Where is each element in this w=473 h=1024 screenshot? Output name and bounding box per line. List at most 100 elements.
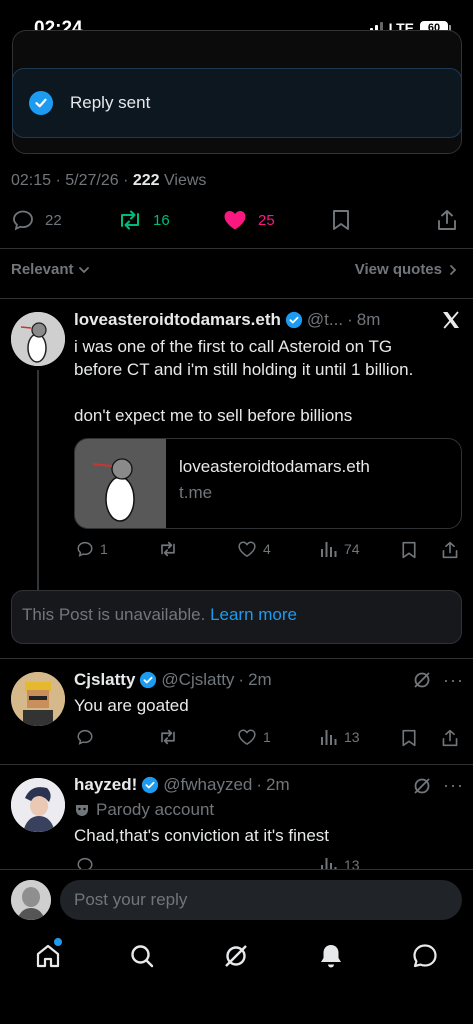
chevron-right-icon bbox=[450, 264, 457, 275]
views-count: 222 bbox=[132, 172, 160, 189]
bookmark-button[interactable] bbox=[400, 728, 418, 748]
view-quotes-label: View quotes bbox=[354, 261, 442, 278]
avatar[interactable] bbox=[11, 312, 65, 366]
views-count: 13 bbox=[344, 729, 360, 745]
like-count: 4 bbox=[263, 541, 271, 557]
toast-notification: Reply sent bbox=[12, 68, 462, 138]
unavailable-text: This Post is unavailable. bbox=[22, 605, 206, 624]
parody-label: Parody account bbox=[74, 800, 214, 820]
views-count: 74 bbox=[344, 541, 360, 557]
repost-icon bbox=[121, 210, 139, 230]
nav-home[interactable] bbox=[32, 938, 64, 972]
share-icon bbox=[438, 210, 456, 230]
reply-time: 2m bbox=[248, 670, 272, 689]
bookmark-button[interactable] bbox=[400, 540, 418, 560]
heart-icon bbox=[238, 541, 256, 557]
views-button[interactable]: 13 bbox=[320, 728, 360, 746]
check-icon bbox=[29, 91, 53, 115]
bookmark-icon bbox=[333, 210, 349, 230]
reply-text: You are goated bbox=[74, 696, 189, 715]
toast-text: Reply sent bbox=[70, 93, 151, 112]
reply-count: 1 bbox=[100, 541, 108, 557]
nav-messages[interactable] bbox=[409, 940, 441, 972]
post-meta: 02:15 · 5/27/26 · 222 Views bbox=[11, 172, 207, 189]
bookmark-button[interactable] bbox=[330, 208, 352, 232]
verified-badge-icon bbox=[140, 671, 157, 689]
like-button[interactable]: 1 bbox=[237, 728, 271, 746]
mask-icon bbox=[76, 805, 88, 816]
avatar[interactable] bbox=[11, 672, 65, 726]
link-thumbnail bbox=[75, 439, 166, 528]
author-name[interactable]: loveasteroidtodamars.eth bbox=[74, 310, 281, 330]
author-handle[interactable]: @Cjslatty bbox=[161, 670, 234, 690]
views-label: Views bbox=[164, 172, 207, 189]
view-quotes-link[interactable]: View quotes bbox=[355, 261, 458, 278]
repost-button[interactable]: 16 bbox=[117, 208, 170, 232]
nav-notifications[interactable] bbox=[315, 940, 347, 972]
analytics-icon bbox=[321, 542, 337, 557]
reply-icon bbox=[77, 541, 93, 557]
reply-text: Chad,that's conviction at it's finest bbox=[74, 826, 330, 845]
more-options-icon[interactable]: ··· bbox=[443, 775, 464, 796]
link-title: loveasteroidtodamars.eth bbox=[179, 457, 370, 476]
reply-author-line: loveasteroidtodamars.eth @t... · 8m bbox=[74, 310, 381, 330]
repost-button[interactable] bbox=[158, 728, 178, 746]
reply-time: 8m bbox=[356, 310, 381, 329]
user-avatar-icon bbox=[11, 880, 51, 920]
bell-icon bbox=[321, 945, 341, 968]
reply-icon bbox=[77, 729, 93, 745]
my-avatar[interactable] bbox=[11, 880, 51, 920]
repost-icon bbox=[161, 729, 175, 745]
learn-more-link[interactable]: Learn more bbox=[210, 605, 297, 624]
author-name[interactable]: hayzed! bbox=[74, 775, 137, 795]
reply-count: 22 bbox=[45, 211, 62, 229]
heart-icon bbox=[238, 729, 256, 745]
like-count: 1 bbox=[263, 729, 271, 745]
bookmark-icon bbox=[402, 729, 416, 747]
user-avatar-icon bbox=[11, 672, 65, 726]
repost-button[interactable] bbox=[158, 540, 178, 558]
reply-author-line: hayzed! @fwhayzed · 2m bbox=[74, 775, 290, 795]
like-button[interactable]: 25 bbox=[222, 208, 275, 232]
grok-icon[interactable] bbox=[412, 776, 432, 796]
search-icon bbox=[131, 945, 154, 968]
post-time: 02:15 bbox=[11, 172, 52, 189]
link-preview-card[interactable]: loveasteroidtodamars.eth t.me bbox=[74, 438, 462, 529]
nav-grok[interactable] bbox=[220, 940, 252, 972]
repost-icon bbox=[161, 541, 175, 557]
repost-count: 16 bbox=[153, 211, 170, 229]
reply-time: 2m bbox=[266, 775, 290, 794]
reply-button[interactable] bbox=[76, 728, 94, 746]
author-handle[interactable]: @fwhayzed bbox=[163, 775, 252, 795]
grok-icon bbox=[225, 945, 247, 967]
reply-composer-input[interactable]: Post your reply bbox=[60, 880, 462, 920]
share-icon bbox=[442, 729, 458, 747]
reply-text: i was one of the first to call Asteroid … bbox=[74, 337, 414, 425]
analytics-icon bbox=[321, 730, 337, 745]
penguin-avatar-icon bbox=[11, 312, 65, 366]
grok-icon[interactable] bbox=[412, 670, 432, 690]
user-avatar-icon bbox=[11, 778, 65, 832]
notification-dot bbox=[54, 938, 62, 946]
author-handle[interactable]: @t... bbox=[307, 310, 343, 330]
share-icon bbox=[442, 541, 458, 559]
views-button[interactable]: 74 bbox=[320, 540, 360, 558]
author-name[interactable]: Cjslatty bbox=[74, 670, 135, 690]
like-count: 25 bbox=[258, 211, 275, 229]
reply-button[interactable]: 22 bbox=[11, 208, 62, 232]
share-button[interactable] bbox=[436, 208, 458, 232]
x-logo-icon[interactable] bbox=[441, 310, 461, 330]
more-options-icon[interactable]: ··· bbox=[443, 670, 464, 691]
sort-dropdown[interactable]: Relevant bbox=[11, 261, 90, 278]
sort-label: Relevant bbox=[11, 261, 74, 278]
reply-button[interactable]: 1 bbox=[76, 540, 108, 558]
share-button[interactable] bbox=[441, 728, 459, 748]
reply-author-line: Cjslatty @Cjslatty · 2m bbox=[74, 670, 272, 690]
unavailable-post-notice: This Post is unavailable. Learn more bbox=[11, 590, 462, 644]
avatar[interactable] bbox=[11, 778, 65, 832]
link-domain: t.me bbox=[179, 483, 213, 502]
nav-search[interactable] bbox=[126, 940, 158, 972]
like-button[interactable]: 4 bbox=[237, 540, 271, 558]
verified-badge-icon bbox=[285, 311, 303, 329]
share-button[interactable] bbox=[441, 540, 459, 560]
